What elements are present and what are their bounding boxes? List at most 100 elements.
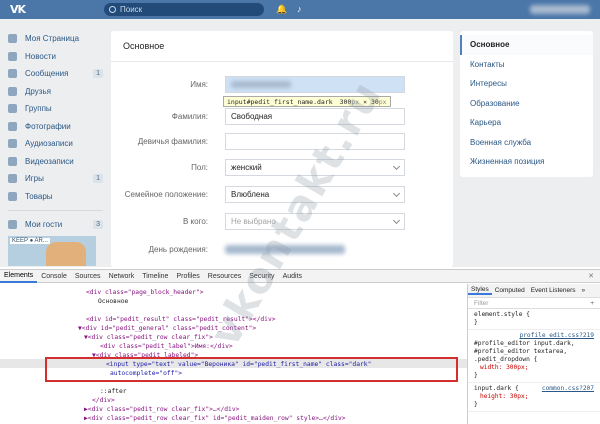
news-icon [8,51,17,61]
app-icon [8,220,17,230]
tab-console[interactable]: Console [37,269,71,283]
search-input[interactable]: Поиск [104,3,264,16]
gender-row: Пол: женский [111,158,453,176]
birthday-row: День рождения: [111,240,453,258]
tab-computed[interactable]: Computed [492,287,528,294]
notifications-icon[interactable]: 🔔 [276,5,287,14]
nav-item-contacts[interactable]: Контакты [460,55,593,75]
last-name-input[interactable]: Свободная [225,107,405,125]
dom-pseudo-element[interactable]: ::after [100,387,127,396]
styles-filter-input[interactable]: Filter + [468,298,600,309]
tab-more[interactable]: » [579,287,589,294]
music-note-icon [8,139,17,149]
sidebar-item-label: Фотографии [25,121,71,131]
search-icon [109,6,116,13]
nav-item-military[interactable]: Военная служба [460,133,593,153]
rule-end: } [474,372,478,379]
add-rule-icon[interactable]: + [590,298,600,308]
tab-audits[interactable]: Audits [279,269,306,283]
rule-property[interactable]: height: 30px; [474,393,594,401]
partner-value: Не выбрано [231,216,276,226]
marital-label: Семейное положение: [124,189,208,199]
tooltip-times: × [363,98,368,106]
music-icon[interactable]: ♪ [297,5,306,14]
sidebar-item-photos[interactable]: Фотографии [8,118,103,136]
devtools-tab-bar: Elements Console Sources Network Timelin… [0,269,600,283]
dom-line[interactable]: <div class="pedit_label">Имя:</div> [100,342,233,351]
tab-profiles[interactable]: Profiles [172,269,203,283]
tab-sources[interactable]: Sources [71,269,105,283]
sidebar-item-news[interactable]: Новости [8,48,103,66]
close-icon[interactable]: ✕ [588,272,600,280]
sidebar-item-groups[interactable]: Группы [8,100,103,118]
partner-select[interactable]: Не выбрано [225,212,405,230]
rule-property[interactable]: width: 300px; [474,364,594,372]
rule-end: } [474,319,478,326]
first-name-input[interactable] [225,75,405,93]
vk-logo[interactable]: VK [10,3,34,17]
nav-item-education[interactable]: Образование [460,94,593,114]
user-name-blurred[interactable] [530,5,590,14]
sidebar-item-goods[interactable]: Товары [8,188,103,206]
style-rule-common[interactable]: common.css?207 input.dark { height: 30px… [468,383,600,412]
tooltip-unit: px [378,98,387,106]
sidebar-item-label: Сообщения [25,69,69,79]
sidebar-item-label: Аудиозаписи [25,139,73,149]
marital-select[interactable]: Влюблена [225,185,405,203]
sidebar-item-label: Игры [25,174,44,184]
video-icon [8,156,17,166]
tooltip-width: 300 [339,98,352,106]
sidebar-item-friends[interactable]: Друзья [8,83,103,101]
ad-banner[interactable]: KEEP ● AR... [8,236,96,266]
dom-line[interactable]: <div class="page_block_header"> [86,288,204,297]
maiden-name-input[interactable] [225,132,405,150]
dom-line[interactable]: ▼<div id="pedit_general" class="pedit_co… [78,324,256,333]
style-rule-element[interactable]: element.style { } [468,309,600,330]
sidebar-item-label: Друзья [25,86,51,96]
tab-resources[interactable]: Resources [204,269,245,283]
ad-image [46,242,86,266]
dom-line[interactable]: </div> [92,396,115,405]
nav-item-career[interactable]: Карьера [460,113,593,133]
birthday-value-blurred [225,244,345,254]
rule-selector: .pedit_dropdown { [474,356,538,363]
sidebar-item-videos[interactable]: Видеозаписи [8,153,103,171]
rule-end: } [474,401,478,408]
sidebar-divider [8,210,103,211]
tab-elements[interactable]: Elements [0,269,38,283]
first-name-value-blurred [231,80,291,88]
tooltip-selector: input#pedit_first_name.dark [227,98,333,106]
tab-timeline[interactable]: Timeline [138,269,172,283]
highlight-box [45,357,458,382]
dom-line[interactable]: ▶<div class="pedit_row clear_fix">…</div… [84,405,239,414]
rule-source-link[interactable]: profile_edit.css?219 [519,332,594,340]
gender-select[interactable]: женский [225,158,405,176]
sidebar-item-messages[interactable]: Сообщения 1 [8,65,103,83]
gamepad-icon [8,174,17,184]
nav-item-life-position[interactable]: Жизненная позиция [460,152,593,172]
chevron-down-icon [392,189,401,197]
gender-value: женский [231,162,262,172]
dom-line[interactable]: ▼<div class="pedit_row clear_fix"> [84,333,213,342]
tab-event-listeners[interactable]: Event Listeners [528,287,579,294]
nav-item-main[interactable]: Основное [460,35,593,55]
sidebar-item-games[interactable]: Игры 1 [8,170,103,188]
friends-icon [8,86,17,96]
tab-styles[interactable]: Styles [468,286,492,295]
sidebar-item-guests[interactable]: Мои гости 3 [8,216,103,234]
dom-line[interactable]: <div id="pedit_result" class="pedit_resu… [86,315,276,324]
nav-item-interests[interactable]: Интересы [460,74,593,94]
tab-network[interactable]: Network [105,269,139,283]
styles-tabs: Styles Computed Event Listeners » [468,284,600,298]
sidebar-item-audio[interactable]: Аудиозаписи [8,135,103,153]
dom-line[interactable]: ▶<div class="pedit_row clear_fix" id="pe… [84,414,346,423]
tab-security[interactable]: Security [245,269,278,283]
sidebar-item-my-page[interactable]: Моя Страница [8,30,103,48]
chevron-down-icon [392,162,401,170]
first-name-label: Имя: [190,79,208,89]
last-name-label: Фамилия: [171,111,208,121]
rule-source-link[interactable]: common.css?207 [542,385,594,393]
tooltip-unit: px [351,98,360,106]
style-rule-profile-edit[interactable]: profile_edit.css?219 #profile_editor inp… [468,330,600,383]
dom-text-node[interactable]: Основное [98,297,128,306]
